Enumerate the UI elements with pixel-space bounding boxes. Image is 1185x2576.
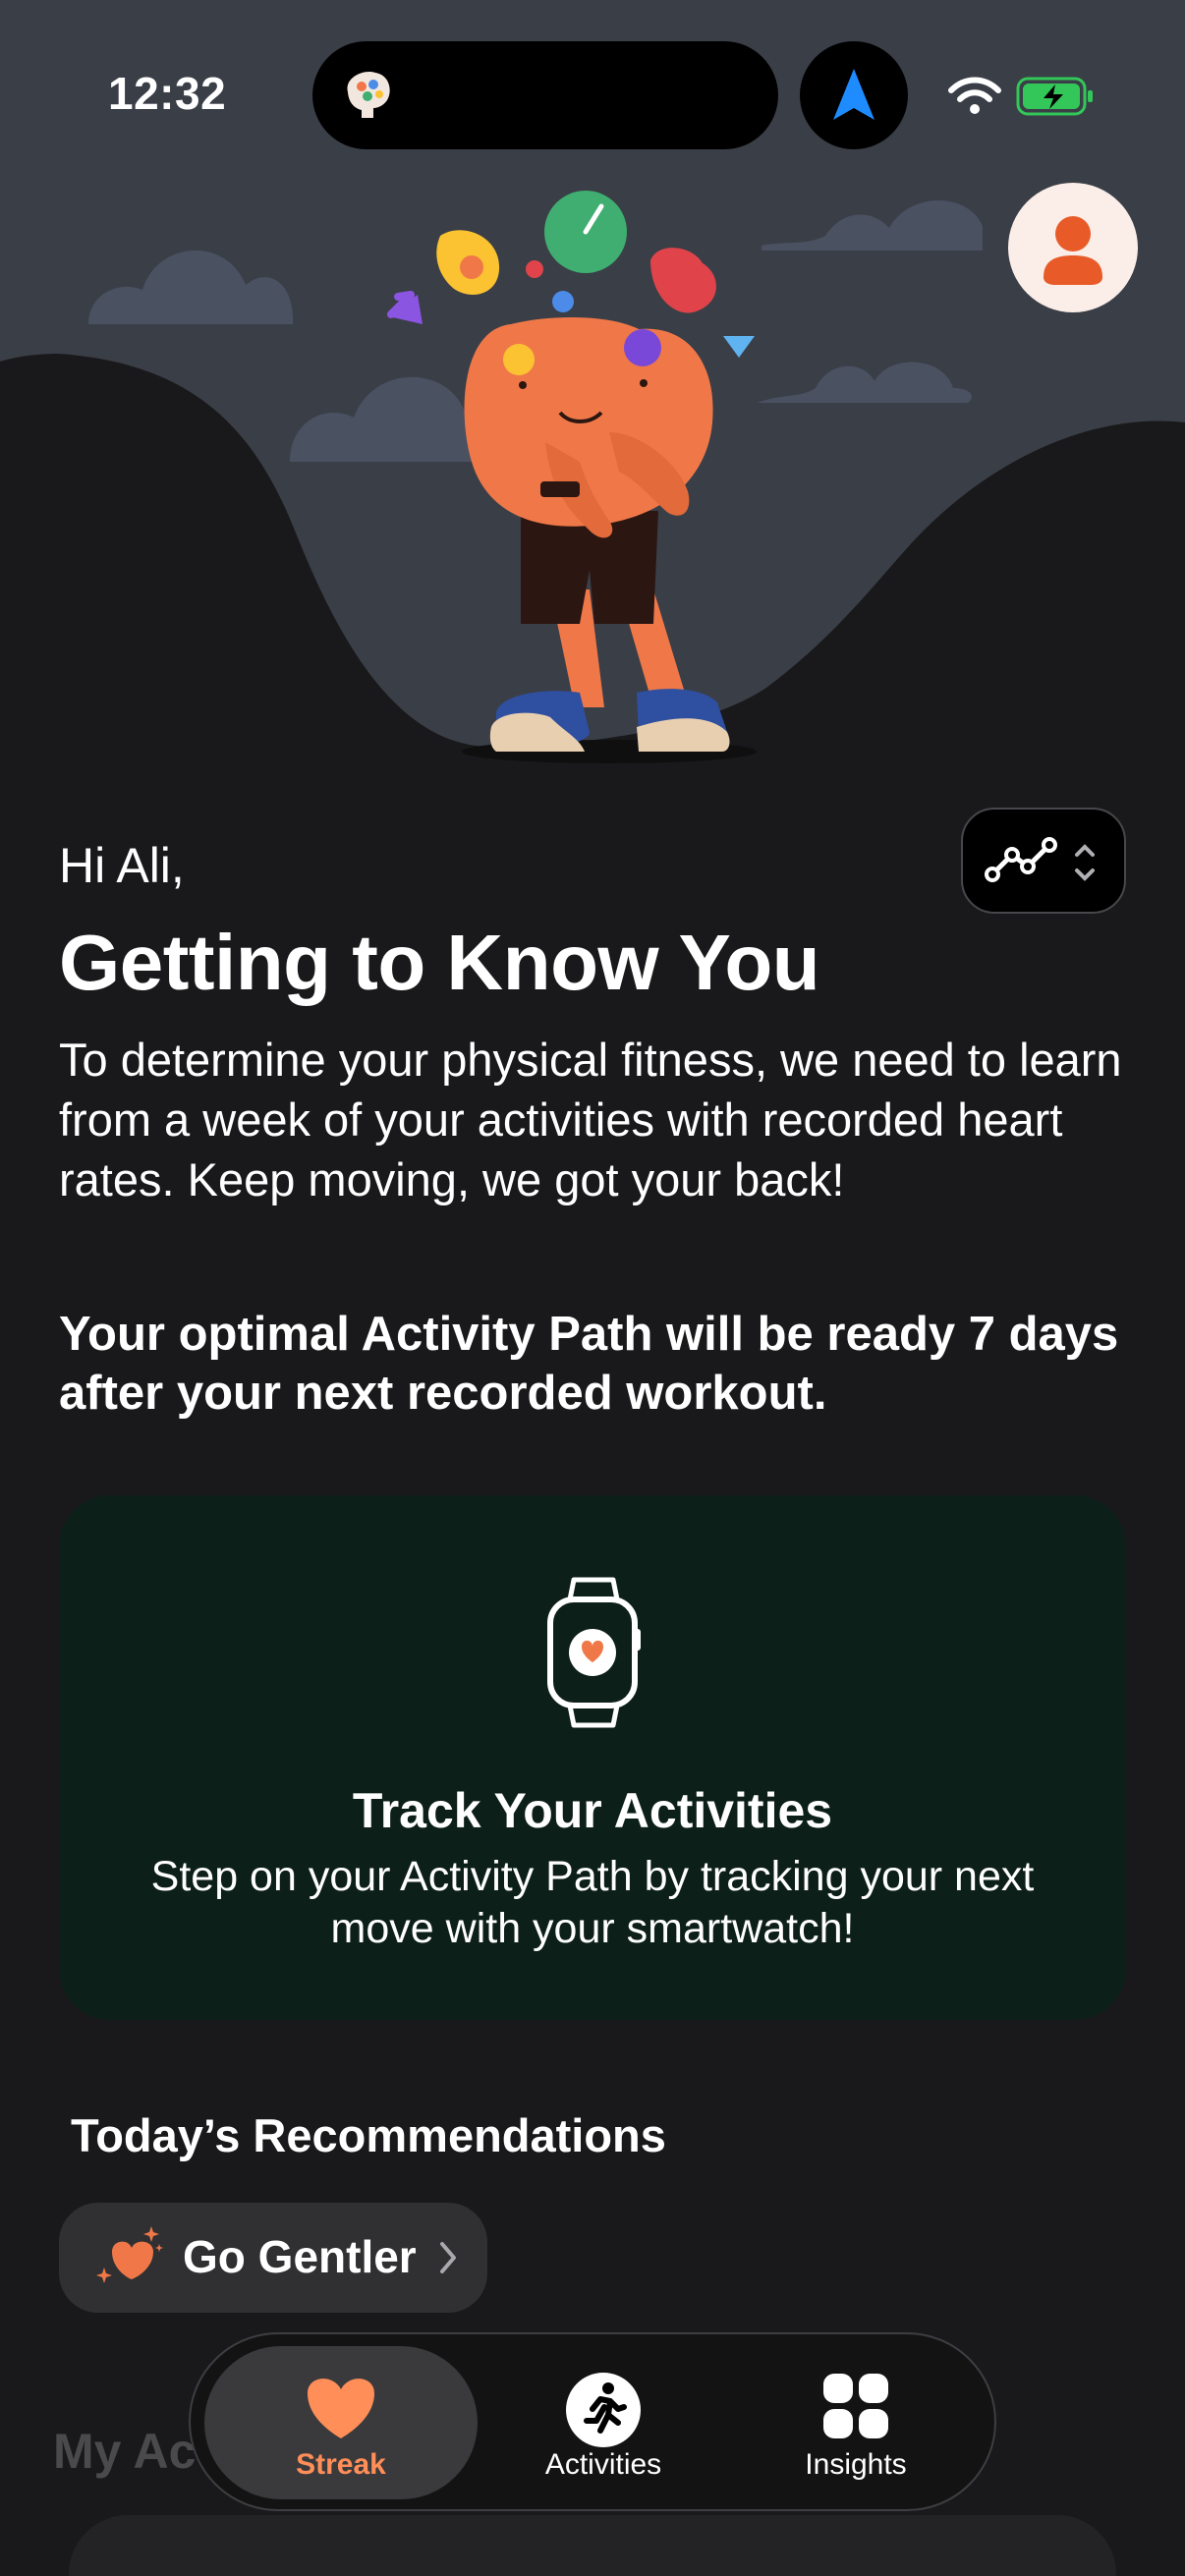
greeting: Hi Ali, [59, 838, 185, 893]
smartwatch-icon [547, 1577, 641, 1728]
runner-icon [566, 2373, 641, 2447]
track-activities-card[interactable]: Track Your Activities Step on your Activ… [59, 1495, 1126, 2020]
recommendations-title: Today’s Recommendations [71, 2109, 666, 2161]
heart-icon [308, 2379, 374, 2438]
brain-app-icon [347, 72, 390, 118]
grid-icon [823, 2374, 888, 2438]
chart-view-toggle[interactable] [961, 808, 1126, 914]
battery-charging-icon [1016, 77, 1093, 116]
heart-sparkle-icon [96, 2226, 163, 2283]
chevron-right-icon [440, 2242, 456, 2273]
tab-streak[interactable]: Streak [204, 2346, 478, 2499]
user-icon [1044, 216, 1102, 285]
navigation-indicator[interactable] [800, 41, 908, 149]
page-title: Getting to Know You [59, 919, 820, 1006]
tab-label: Streak [296, 2448, 386, 2481]
tab-bar: Streak Activities Insights [189, 2332, 996, 2511]
tab-label: Insights [805, 2448, 907, 2481]
line-chart-icon [985, 837, 1095, 882]
recommendation-label: Go Gentler [183, 2231, 417, 2282]
recommendation-go-gentler[interactable]: Go Gentler [59, 2203, 487, 2313]
my-activities-title: My Ac [53, 2424, 197, 2479]
tab-insights[interactable]: Insights [729, 2346, 983, 2499]
card-title: Track Your Activities [352, 1783, 833, 1838]
card-body: Step on your Activity Path by tracking y… [150, 1853, 1035, 1952]
intro-text: To determine your physical fitness, we n… [59, 1034, 1122, 1205]
tab-label: Activities [544, 2448, 662, 2481]
status-time: 12:32 [108, 68, 227, 119]
profile-button[interactable] [1008, 183, 1138, 312]
dynamic-island[interactable] [312, 41, 778, 149]
activity-path-notice: Your optimal Activity Path will be ready… [59, 1308, 1119, 1420]
activity-card-peek[interactable] [69, 2515, 1116, 2576]
location-arrow-icon [833, 69, 875, 120]
tab-activities[interactable]: Activities [478, 2346, 729, 2499]
wifi-icon [948, 77, 1001, 114]
